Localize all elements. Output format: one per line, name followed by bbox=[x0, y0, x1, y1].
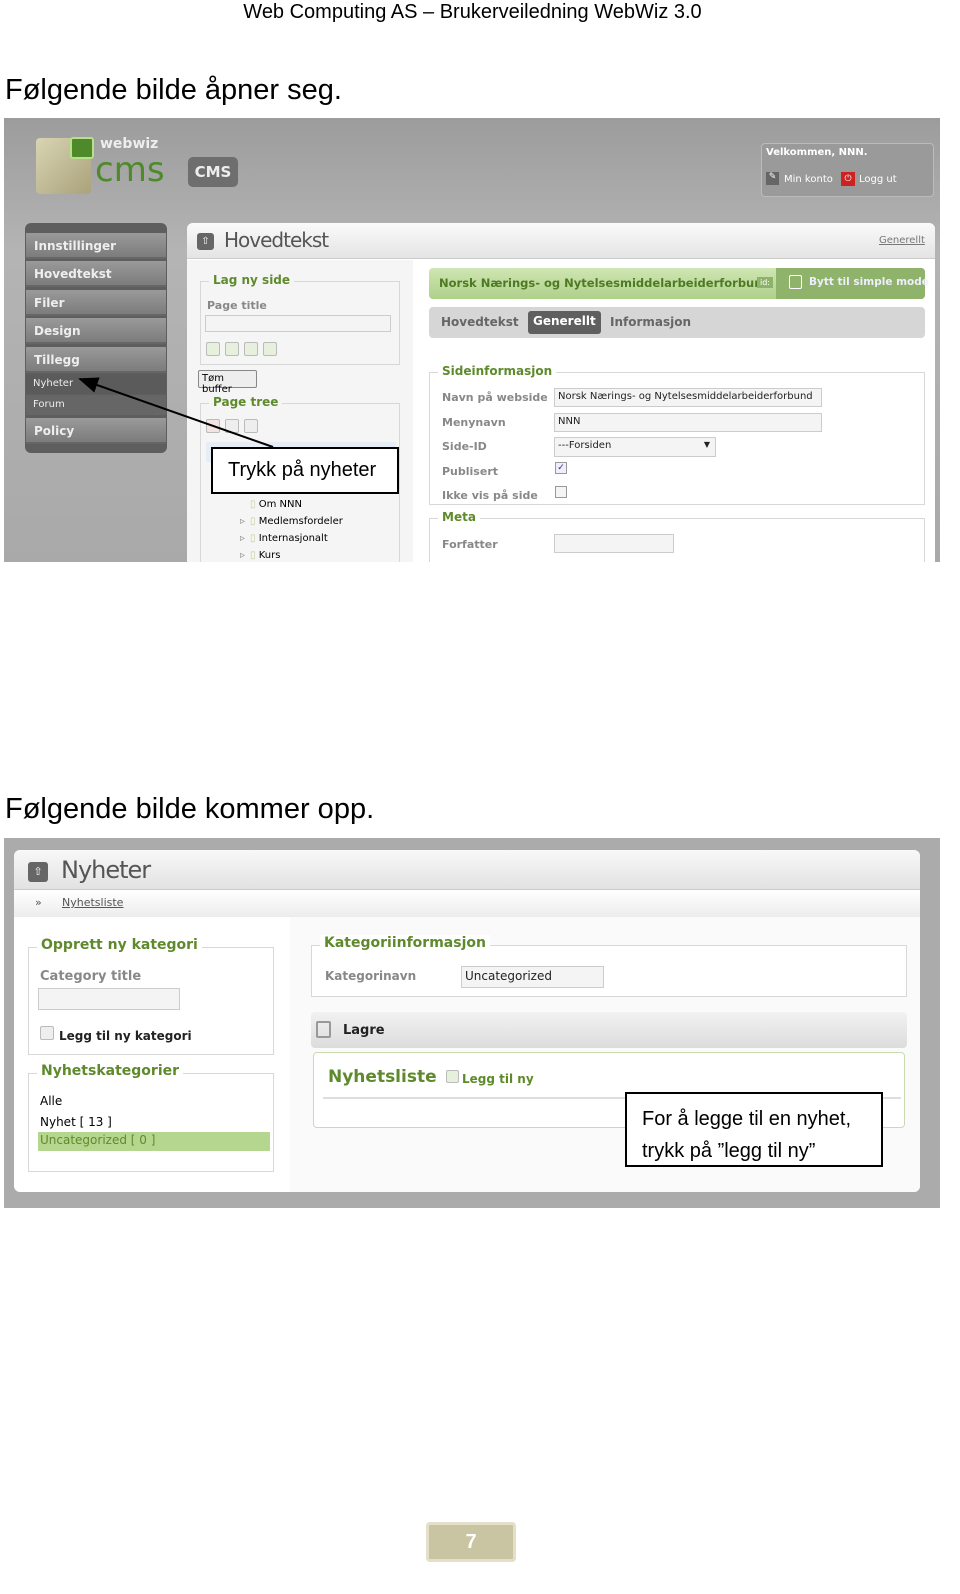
callout-legg-til-ny: For å legge til en nyhet, trykk på ”legg… bbox=[625, 1092, 883, 1167]
category-item-nyhet[interactable]: Nyhet [ 13 ] bbox=[40, 1115, 112, 1129]
category-item-uncategorized[interactable]: Uncategorized [ 0 ] bbox=[38, 1132, 270, 1151]
save-bar bbox=[311, 1012, 907, 1048]
news-list-title: Nyhetsliste bbox=[328, 1067, 437, 1087]
category-title-input[interactable] bbox=[38, 988, 180, 1010]
annotation-arrows bbox=[78, 377, 626, 1105]
category-item-alle[interactable]: Alle bbox=[40, 1094, 62, 1108]
save-button[interactable]: Lagre bbox=[343, 1023, 385, 1038]
callout-line-2: trykk på ”legg til ny” bbox=[642, 1140, 816, 1162]
page-number: 7 bbox=[426, 1522, 516, 1562]
category-name-input[interactable]: Uncategorized bbox=[461, 966, 604, 988]
category-info-legend: Kategoriinformasjon bbox=[320, 935, 490, 951]
breadcrumb-separator: » bbox=[35, 896, 42, 909]
category-name-label: Kategorinavn bbox=[325, 969, 417, 983]
add-document-icon bbox=[446, 1070, 459, 1083]
add-category-label: Legg til ny kategori bbox=[59, 1029, 192, 1043]
add-news-button[interactable]: Legg til ny bbox=[446, 1070, 534, 1086]
categories-legend: Nyhetskategorier bbox=[37, 1063, 184, 1079]
up-icon[interactable]: ⇧ bbox=[28, 862, 48, 882]
add-news-label: Legg til ny bbox=[462, 1072, 534, 1086]
save-icon bbox=[316, 1021, 331, 1038]
nyheter-title: Nyheter bbox=[61, 856, 151, 884]
add-document-icon bbox=[40, 1026, 54, 1040]
callout-line-1: For å legge til en nyhet, bbox=[642, 1108, 852, 1130]
arrow-to-nyheter bbox=[78, 377, 274, 448]
category-title-label: Category title bbox=[40, 969, 142, 984]
breadcrumb-nyhetsliste[interactable]: Nyhetsliste bbox=[62, 896, 123, 909]
add-category-button[interactable]: Legg til ny kategori bbox=[40, 1026, 192, 1043]
create-category-legend: Opprett ny kategori bbox=[37, 937, 202, 953]
